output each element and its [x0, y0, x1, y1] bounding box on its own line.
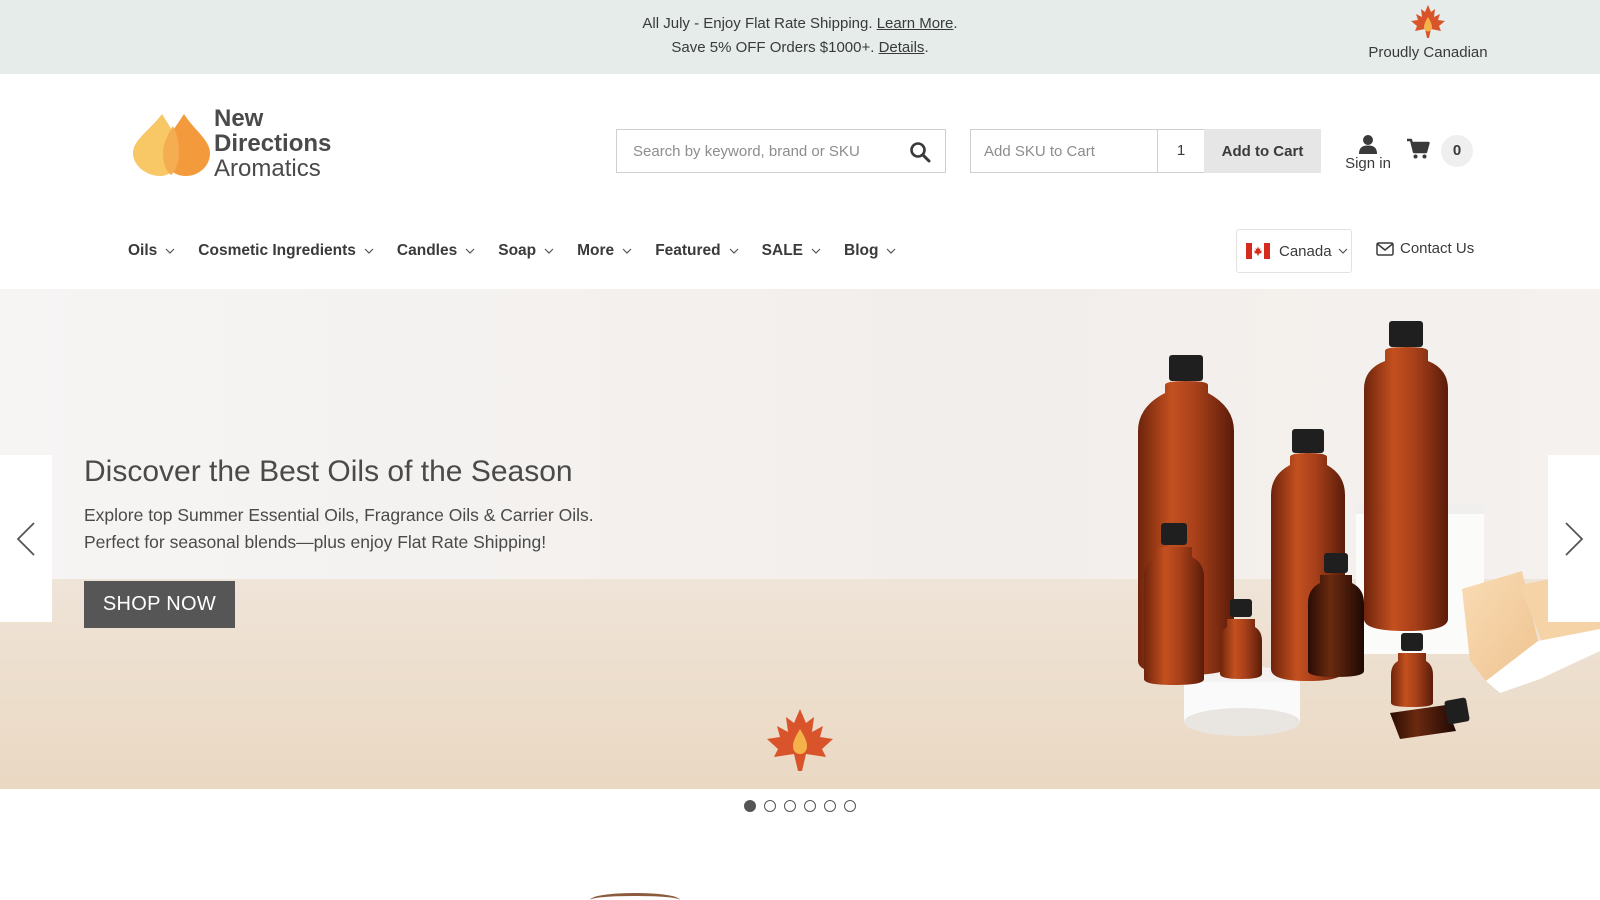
hero-title: Discover the Best Oils of the Season	[84, 455, 573, 488]
main-nav: Oils Cosmetic Ingredients Candles Soap M…	[128, 238, 919, 264]
carousel-pagination	[744, 800, 864, 812]
chevron-down-icon	[729, 248, 739, 254]
promo-shipping-suffix: .	[953, 15, 958, 32]
carousel-dot-3[interactable]	[784, 800, 796, 812]
nav-item-label: Cosmetic Ingredients	[198, 242, 356, 259]
nav-item-label: Candles	[396, 242, 458, 259]
promo-shipping: All July - Enjoy Flat Rate Shipping. Lea…	[0, 15, 1600, 32]
chevron-down-icon	[364, 248, 374, 254]
proudly-canadian-label: Proudly Canadian	[1368, 44, 1488, 61]
promo-discount-text: Save 5% OFF Orders $1000+.	[671, 39, 879, 56]
sku-input[interactable]	[971, 130, 1157, 172]
hero-carousel: Discover the Best Oils of the Season Exp…	[0, 289, 1600, 789]
nav-item-more[interactable]: More	[577, 238, 632, 264]
chevron-down-icon	[544, 248, 554, 254]
logo-line-new: New	[214, 105, 264, 132]
carousel-dot-4[interactable]	[804, 800, 816, 812]
proudly-canadian-badge: Proudly Canadian	[1362, 4, 1494, 61]
search-box	[616, 129, 946, 173]
chevron-right-icon	[1565, 521, 1584, 556]
envelope-icon	[1376, 241, 1394, 256]
carousel-dot-2[interactable]	[764, 800, 776, 812]
nav-item-label: SALE	[761, 242, 803, 259]
country-label: Canada	[1279, 242, 1332, 260]
promo-discount-suffix: .	[924, 39, 929, 56]
nav-item-cosmetic-ingredients[interactable]: Cosmetic Ingredients	[198, 238, 374, 264]
chevron-down-icon	[165, 248, 175, 254]
sku-field-wrap	[970, 129, 1158, 173]
chevron-down-icon	[1338, 248, 1347, 254]
nav-item-label: Blog	[844, 242, 879, 259]
add-to-cart-button[interactable]: Add to Cart	[1204, 129, 1321, 173]
next-section-image-edge	[590, 893, 680, 900]
announcement-bar: All July - Enjoy Flat Rate Shipping. Lea…	[0, 0, 1600, 74]
nav-item-label: Soap	[498, 242, 537, 259]
canada-flag-icon	[1246, 243, 1270, 259]
nav-item-featured[interactable]: Featured	[655, 238, 739, 264]
site-logo[interactable]: New Directions Aromatics	[132, 104, 342, 184]
country-selector[interactable]: Canada	[1236, 229, 1352, 273]
carousel-dot-1[interactable]	[744, 800, 756, 812]
quantity-input[interactable]: 1	[1157, 129, 1205, 173]
chevron-down-icon	[811, 248, 821, 254]
promo-shipping-text: All July - Enjoy Flat Rate Shipping.	[642, 15, 877, 32]
nav-item-sale[interactable]: SALE	[762, 238, 821, 264]
nav-item-oils[interactable]: Oils	[128, 238, 175, 264]
shop-now-button[interactable]: SHOP NOW	[84, 581, 235, 628]
search-icon[interactable]	[909, 141, 931, 163]
nav-item-candles[interactable]: Candles	[397, 238, 475, 264]
logo-wordmark: New Directions Aromatics	[214, 106, 331, 181]
sign-in-label: Sign in	[1345, 155, 1391, 172]
nav-item-label: More	[577, 242, 615, 259]
search-input[interactable]	[617, 130, 897, 172]
nav-item-label: Oils	[128, 242, 158, 259]
logo-line-directions: Directions	[214, 130, 332, 157]
nav-item-label: Featured	[655, 242, 721, 259]
carousel-dot-6[interactable]	[844, 800, 856, 812]
chevron-down-icon	[622, 248, 632, 254]
logo-drops-icon	[133, 114, 210, 176]
hero-description-line-1: Explore top Summer Essential Oils, Fragr…	[84, 505, 594, 525]
carousel-prev-button[interactable]	[0, 455, 52, 622]
chevron-left-icon	[16, 521, 35, 556]
logo-line-aromatics: Aromatics	[214, 155, 321, 182]
chevron-down-icon	[465, 248, 475, 254]
hero-description-line-2: Perfect for seasonal blends—plus enjoy F…	[84, 532, 547, 552]
cart-count-badge[interactable]: 0	[1441, 135, 1473, 167]
cart-icon[interactable]	[1406, 138, 1430, 160]
details-link[interactable]: Details	[879, 39, 925, 56]
nav-item-blog[interactable]: Blog	[844, 238, 896, 264]
nav-item-soap[interactable]: Soap	[498, 238, 554, 264]
contact-us-link[interactable]: Contact Us	[1376, 240, 1474, 257]
carousel-dot-5[interactable]	[824, 800, 836, 812]
user-icon	[1359, 135, 1377, 154]
sign-in-link[interactable]: Sign in	[1340, 134, 1396, 172]
learn-more-link[interactable]: Learn More	[877, 15, 954, 32]
maple-leaf-icon	[1411, 5, 1445, 38]
contact-us-label: Contact Us	[1400, 240, 1475, 257]
promo-discount: Save 5% OFF Orders $1000+. Details.	[0, 39, 1600, 56]
chevron-down-icon	[887, 248, 896, 254]
carousel-next-button[interactable]	[1548, 455, 1600, 622]
